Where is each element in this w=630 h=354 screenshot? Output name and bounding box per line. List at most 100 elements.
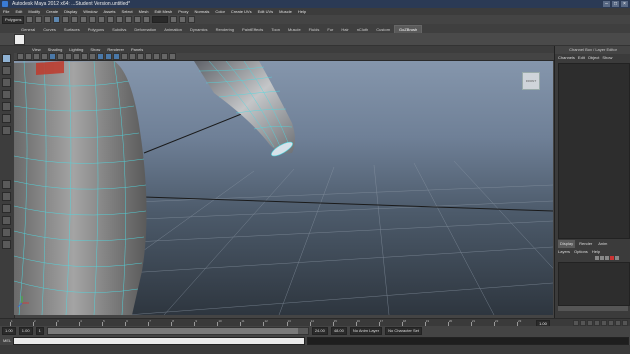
gozbrush-icon[interactable] <box>14 33 25 45</box>
bookmark-icon[interactable] <box>33 53 40 60</box>
shelf-tab-hair[interactable]: Hair <box>337 26 352 33</box>
viewport-menu-panels[interactable]: Panels <box>131 46 143 53</box>
use-all-lights-icon[interactable] <box>129 53 136 60</box>
channel-box-menu-object[interactable]: Object <box>588 54 600 62</box>
shelf-tab-fluids[interactable]: Fluids <box>305 26 324 33</box>
resolution-gate-icon[interactable] <box>65 53 72 60</box>
render-settings-icon[interactable] <box>143 16 151 23</box>
layer-menu-layers[interactable]: Layers <box>558 248 570 255</box>
xray-icon[interactable] <box>145 53 152 60</box>
shelf-tab-ncloth[interactable]: nCloth <box>353 26 373 33</box>
shelf-tab-subdivs[interactable]: Subdivs <box>108 26 130 33</box>
menu-assets[interactable]: Assets <box>104 8 116 15</box>
viewport-menu-lighting[interactable]: Lighting <box>69 46 83 53</box>
end-time-field[interactable]: 48.00 <box>330 326 347 335</box>
anim-layer-selector[interactable]: No Anim Layer <box>349 326 383 335</box>
select-tool-icon[interactable] <box>2 54 11 63</box>
show-channel-box-icon[interactable] <box>188 16 196 23</box>
new-layer-icon[interactable] <box>605 256 609 260</box>
layer-menu-help[interactable]: Help <box>592 248 600 255</box>
move-layer-down-icon[interactable] <box>600 256 604 260</box>
shelf-tab-surfaces[interactable]: Surfaces <box>60 26 84 33</box>
layer-menu-options[interactable]: Options <box>574 248 588 255</box>
menu-select[interactable]: Select <box>122 8 133 15</box>
layer-tab-display[interactable]: Display <box>558 240 576 248</box>
field-chart-icon[interactable] <box>81 53 88 60</box>
show-tool-settings-icon[interactable] <box>179 16 187 23</box>
perspective-outliner-layout-icon[interactable] <box>2 204 11 213</box>
camera-attributes-icon[interactable] <box>25 53 32 60</box>
layer-scrollbar[interactable] <box>558 306 628 311</box>
menu-edit[interactable]: Edit <box>15 8 22 15</box>
menu-edit-uvs[interactable]: Edit UVs <box>258 8 274 15</box>
menu-proxy[interactable]: Proxy <box>178 8 188 15</box>
select-object-icon[interactable] <box>62 16 70 23</box>
menu-muscle[interactable]: Muscle <box>279 8 292 15</box>
menu-display[interactable]: Display <box>64 8 77 15</box>
new-layer-selected-icon[interactable] <box>610 256 614 260</box>
gate-mask-icon[interactable] <box>73 53 80 60</box>
manipulator-tool-icon[interactable] <box>2 126 11 135</box>
outliner-layout-icon[interactable] <box>2 240 11 249</box>
command-language-toggle[interactable]: MEL <box>3 338 11 343</box>
playback-start-mini-field[interactable]: 1 <box>35 326 44 335</box>
shelf-tab-gozbrush[interactable]: GoZBrush <box>394 25 423 33</box>
menu-create[interactable]: Create <box>46 8 58 15</box>
character-set-selector[interactable]: No Character Set <box>385 326 422 335</box>
viewport-menu-show[interactable]: Show <box>90 46 100 53</box>
channel-box-menu-edit[interactable]: Edit <box>578 54 585 62</box>
open-scene-icon[interactable] <box>35 16 43 23</box>
rotate-tool-icon[interactable] <box>2 102 11 111</box>
four-view-layout-icon[interactable] <box>2 192 11 201</box>
wireframe-icon[interactable] <box>97 53 104 60</box>
hypershade-layout-icon[interactable] <box>2 228 11 237</box>
shelf-tab-general[interactable]: General <box>17 26 39 33</box>
textured-icon[interactable] <box>121 53 128 60</box>
layer-tab-render[interactable]: Render <box>577 240 594 248</box>
viewport-menu-shading[interactable]: Shading <box>48 46 63 53</box>
smooth-shade-icon[interactable] <box>105 53 112 60</box>
time-slider[interactable]: 123456789101112131415161718192021222324 … <box>0 318 630 328</box>
image-plane-icon[interactable] <box>41 53 48 60</box>
channel-box-menu-show[interactable]: Show <box>602 54 612 62</box>
range-bar[interactable] <box>46 326 309 335</box>
shelf-tab-curves[interactable]: Curves <box>39 26 60 33</box>
select-component-icon[interactable] <box>71 16 79 23</box>
save-scene-icon[interactable] <box>44 16 52 23</box>
menu-edit-mesh[interactable]: Edit Mesh <box>154 8 172 15</box>
ipr-render-icon[interactable] <box>134 16 142 23</box>
perspective-viewport[interactable]: FRONT <box>14 61 553 315</box>
shadows-icon[interactable] <box>137 53 144 60</box>
menu-create-uvs[interactable]: Create UVs <box>231 8 252 15</box>
scale-tool-icon[interactable] <box>2 114 11 123</box>
shelf-tab-painteffects[interactable]: PaintEffects <box>238 26 267 33</box>
channel-box-menu-channels[interactable]: Channels <box>558 54 575 62</box>
new-scene-icon[interactable] <box>26 16 34 23</box>
menu-file[interactable]: File <box>3 8 9 15</box>
shelf-tab-rendering[interactable]: Rendering <box>212 26 238 33</box>
viewport-menu-renderer[interactable]: Renderer <box>107 46 124 53</box>
maya-app-icon[interactable] <box>2 1 8 7</box>
single-perspective-layout-icon[interactable] <box>2 180 11 189</box>
maximize-button[interactable]: □ <box>612 1 619 7</box>
menu-modify[interactable]: Modify <box>28 8 40 15</box>
perspective-graph-layout-icon[interactable] <box>2 216 11 225</box>
film-gate-icon[interactable] <box>57 53 64 60</box>
close-button[interactable]: × <box>621 1 628 7</box>
viewcube[interactable]: FRONT <box>522 72 540 90</box>
input-line-field[interactable] <box>152 16 169 23</box>
history-icon[interactable] <box>116 16 124 23</box>
menu-color[interactable]: Color <box>215 8 225 15</box>
wireframe-on-shaded-icon[interactable] <box>113 53 120 60</box>
shelf-tab-muscle[interactable]: Muscle <box>284 26 305 33</box>
move-layer-up-icon[interactable] <box>595 256 599 260</box>
viewport-menu-view[interactable]: View <box>32 46 41 53</box>
high-quality-icon[interactable] <box>161 53 168 60</box>
shelf-tab-animation[interactable]: Animation <box>160 26 186 33</box>
snap-curve-icon[interactable] <box>89 16 97 23</box>
paint-select-tool-icon[interactable] <box>2 78 11 87</box>
xray-joints-icon[interactable] <box>153 53 160 60</box>
grid-toggle-icon[interactable] <box>49 53 56 60</box>
show-attribute-editor-icon[interactable] <box>170 16 178 23</box>
move-tool-icon[interactable] <box>2 90 11 99</box>
